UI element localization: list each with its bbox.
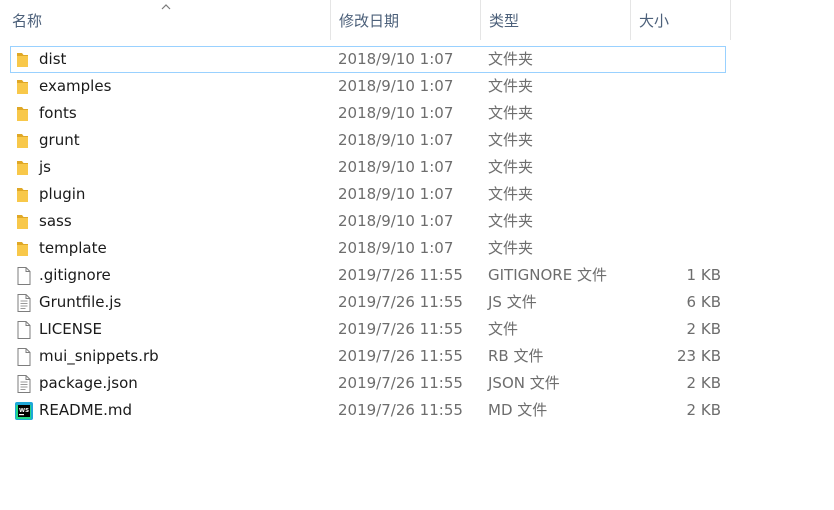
file-row[interactable]: package.json 2019/7/26 11:55 JSON 文件 2 KB <box>0 370 834 397</box>
file-size: 6 KB <box>686 293 721 311</box>
file-date-modified: 2019/7/26 11:55 <box>338 266 463 284</box>
column-header-name-label: 名称 <box>12 11 43 30</box>
file-row[interactable]: mui_snippets.rb 2019/7/26 11:55 RB 文件 23 KB <box>0 343 834 370</box>
file-type: 文件 <box>488 320 519 338</box>
folder-icon <box>14 50 34 70</box>
file-row[interactable]: template 2018/9/10 1:07 文件夹 <box>0 235 834 262</box>
file-name: README.md <box>39 401 133 419</box>
file-date-modified: 2019/7/26 11:55 <box>338 401 463 419</box>
file-name: grunt <box>39 131 80 149</box>
column-header-date-label: 修改日期 <box>339 11 400 30</box>
file-icon <box>14 266 34 286</box>
file-type: 文件夹 <box>488 104 534 122</box>
file-name: examples <box>39 77 112 95</box>
column-header-type-label: 类型 <box>489 11 520 30</box>
column-header-type[interactable]: 类型 <box>481 0 631 40</box>
file-type: JSON 文件 <box>488 374 560 392</box>
file-type: RB 文件 <box>488 347 544 365</box>
file-icon <box>14 347 34 367</box>
file-date-modified: 2019/7/26 11:55 <box>338 374 463 392</box>
file-date-modified: 2018/9/10 1:07 <box>338 212 454 230</box>
file-name: js <box>39 158 51 176</box>
file-type: MD 文件 <box>488 401 548 419</box>
column-header-size[interactable]: 大小 <box>631 0 731 40</box>
file-type: JS 文件 <box>488 293 537 311</box>
file-size <box>631 235 721 262</box>
file-size <box>631 181 721 208</box>
file-name: sass <box>39 212 72 230</box>
file-type: 文件夹 <box>488 158 534 176</box>
file-date-modified: 2018/9/10 1:07 <box>338 104 454 122</box>
file-row[interactable]: examples 2018/9/10 1:07 文件夹 <box>0 73 834 100</box>
file-row[interactable]: .gitignore 2019/7/26 11:55 GITIGNORE 文件 1 K… <box>0 262 834 289</box>
file-size: 2 KB <box>686 401 721 419</box>
file-type: 文件夹 <box>488 131 534 149</box>
column-header-size-label: 大小 <box>639 11 670 30</box>
file-size: 2 KB <box>686 374 721 392</box>
file-date-modified: 2018/9/10 1:07 <box>338 158 454 176</box>
file-type: 文件夹 <box>488 212 534 230</box>
folder-icon <box>14 77 34 97</box>
text-file-icon <box>14 374 34 394</box>
file-row[interactable]: fonts 2018/9/10 1:07 文件夹 <box>0 100 834 127</box>
file-row[interactable]: grunt 2018/9/10 1:07 文件夹 <box>0 127 834 154</box>
file-date-modified: 2018/9/10 1:07 <box>338 185 454 203</box>
folder-icon <box>14 104 34 124</box>
file-type: GITIGNORE 文件 <box>488 266 607 284</box>
file-type: 文件夹 <box>488 185 534 203</box>
file-type: 文件夹 <box>488 239 534 257</box>
folder-icon <box>14 212 34 232</box>
file-row[interactable]: LICENSE 2019/7/26 11:55 文件 2 KB <box>0 316 834 343</box>
svg-text:WS: WS <box>19 408 29 414</box>
column-header-bar: 名称 修改日期 类型 大小 <box>0 0 834 40</box>
file-size <box>631 73 721 100</box>
file-size: 23 KB <box>677 347 721 365</box>
file-size <box>631 127 721 154</box>
webstorm-icon: WS <box>14 401 34 421</box>
file-date-modified: 2019/7/26 11:55 <box>338 320 463 338</box>
file-row[interactable]: dist 2018/9/10 1:07 文件夹 <box>0 46 834 73</box>
file-explorer: 名称 修改日期 类型 大小 dist 2018/9/10 1:07 文件夹 examp… <box>0 0 834 510</box>
file-type: 文件夹 <box>488 77 534 95</box>
file-type: 文件夹 <box>488 50 534 68</box>
file-name: fonts <box>39 104 77 122</box>
file-name: plugin <box>39 185 86 203</box>
file-row[interactable]: Gruntfile.js 2019/7/26 11:55 JS 文件 6 KB <box>0 289 834 316</box>
column-header-name[interactable]: 名称 <box>4 0 331 40</box>
column-header-date[interactable]: 修改日期 <box>331 0 481 40</box>
file-size <box>631 46 721 73</box>
folder-icon <box>14 185 34 205</box>
file-list: dist 2018/9/10 1:07 文件夹 examples 2018/9/10 1… <box>0 46 834 424</box>
file-date-modified: 2018/9/10 1:07 <box>338 239 454 257</box>
file-name: template <box>39 239 107 257</box>
folder-icon <box>14 131 34 151</box>
file-date-modified: 2018/9/10 1:07 <box>338 50 454 68</box>
file-name: LICENSE <box>39 320 102 338</box>
file-size: 2 KB <box>686 320 721 338</box>
file-size <box>631 100 721 127</box>
file-date-modified: 2019/7/26 11:55 <box>338 347 463 365</box>
file-date-modified: 2018/9/10 1:07 <box>338 131 454 149</box>
folder-icon <box>14 239 34 259</box>
file-name: .gitignore <box>39 266 111 284</box>
file-name: dist <box>39 50 67 68</box>
file-date-modified: 2019/7/26 11:55 <box>338 293 463 311</box>
file-row[interactable]: sass 2018/9/10 1:07 文件夹 <box>0 208 834 235</box>
file-row[interactable]: plugin 2018/9/10 1:07 文件夹 <box>0 181 834 208</box>
file-row[interactable]: WS README.md 2019/7/26 11:55 MD 文件 2 KB <box>0 397 834 424</box>
text-file-icon <box>14 293 34 313</box>
file-name: Gruntfile.js <box>39 293 122 311</box>
file-name: mui_snippets.rb <box>39 347 159 365</box>
file-size <box>631 154 721 181</box>
file-row[interactable]: js 2018/9/10 1:07 文件夹 <box>0 154 834 181</box>
file-size: 1 KB <box>686 266 721 284</box>
file-date-modified: 2018/9/10 1:07 <box>338 77 454 95</box>
file-size <box>631 208 721 235</box>
file-icon <box>14 320 34 340</box>
folder-icon <box>14 158 34 178</box>
file-name: package.json <box>39 374 138 392</box>
